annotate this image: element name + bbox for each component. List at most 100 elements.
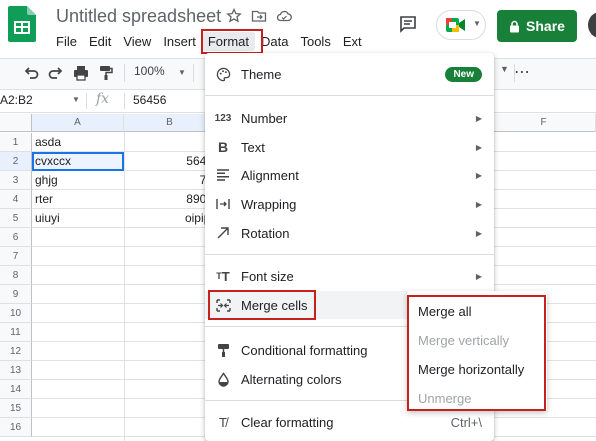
cell-a5[interactable]: uiuyi <box>32 209 124 228</box>
column-header-b[interactable]: B <box>124 114 216 132</box>
row-header[interactable]: 11 <box>0 323 32 342</box>
sheets-logo-icon[interactable] <box>8 6 36 42</box>
cell-a3[interactable]: ghjg <box>32 171 124 190</box>
row-header[interactable]: 16 <box>0 418 32 437</box>
cell-b5[interactable]: oipipi <box>124 209 216 228</box>
column-header-a[interactable]: A <box>32 114 124 132</box>
cell-b2[interactable]: 5645 <box>124 152 216 171</box>
menu-item-label: Font size <box>241 268 294 284</box>
avatar[interactable] <box>588 12 596 38</box>
menu-view[interactable]: View <box>117 32 157 51</box>
menu-item-label: Number <box>241 110 288 126</box>
more-options-icon[interactable]: ⋯ <box>514 62 531 82</box>
menu-item-theme[interactable]: Theme New <box>205 60 494 88</box>
menu-item-label: Theme <box>241 66 282 82</box>
meet-dropdown-icon: ▼ <box>473 19 481 28</box>
paint-format-icon[interactable] <box>97 64 115 82</box>
name-box[interactable]: A2:B2 <box>0 93 33 107</box>
menu-item-clear-formatting[interactable]: T̸ Clear formatting Ctrl+\ <box>205 408 494 436</box>
lock-icon <box>510 20 520 32</box>
row-header[interactable]: 10 <box>0 304 32 323</box>
select-all-corner[interactable] <box>0 114 32 132</box>
toolbar-divider <box>124 64 125 82</box>
align-left-icon <box>215 167 231 183</box>
row-header[interactable]: 15 <box>0 399 32 418</box>
menu-insert[interactable]: Insert <box>157 32 202 51</box>
text-rotation-icon <box>215 225 231 241</box>
cell-b3[interactable]: 78 <box>124 171 216 190</box>
menu-separator <box>205 254 494 255</box>
wrap-text-icon <box>215 196 231 212</box>
comment-icon[interactable] <box>398 14 418 34</box>
menu-item-label: Text <box>241 139 265 155</box>
palette-icon <box>215 66 231 82</box>
share-label: Share <box>526 18 565 34</box>
row-header[interactable]: 12 <box>0 342 32 361</box>
submenu-arrow-icon: ▶ <box>475 142 482 152</box>
fx-icon: fx <box>96 91 110 107</box>
menu-tools[interactable]: Tools <box>294 32 336 51</box>
name-box-dropdown-icon[interactable]: ▼ <box>72 95 80 104</box>
font-size-icon: TT <box>216 268 230 284</box>
move-folder-icon[interactable] <box>251 8 267 24</box>
row-header[interactable]: 14 <box>0 380 32 399</box>
submenu-arrow-icon: ▶ <box>475 228 482 238</box>
share-button[interactable]: Share <box>497 10 577 42</box>
menu-item-number[interactable]: 123 Number ▶ <box>205 104 494 132</box>
zoom-select[interactable]: 100% ▼ <box>134 64 186 78</box>
redo-icon[interactable] <box>47 64 65 82</box>
cell-a4[interactable]: rter <box>32 190 124 209</box>
print-icon[interactable] <box>72 64 90 82</box>
formula-divider <box>86 93 87 109</box>
row-header[interactable]: 3 <box>0 171 32 190</box>
menu-extensions[interactable]: Ext <box>337 32 368 51</box>
number-format-icon: 123 <box>214 112 232 124</box>
menu-item-label: Clear formatting <box>241 414 334 430</box>
row-header[interactable]: 8 <box>0 266 32 285</box>
zoom-value: 100% <box>134 64 165 78</box>
menu-separator <box>205 95 494 96</box>
meet-button[interactable]: ▼ <box>436 10 486 40</box>
merge-submenu-annotation <box>407 295 546 411</box>
menu-item-alignment[interactable]: Alignment ▶ <box>205 161 494 189</box>
row-header[interactable]: 1 <box>0 133 32 152</box>
row-header[interactable]: 5 <box>0 209 32 228</box>
cell-a1[interactable]: asda <box>32 133 124 152</box>
row-header[interactable]: 13 <box>0 361 32 380</box>
menu-item-label: Wrapping <box>241 196 297 212</box>
undo-icon[interactable] <box>22 64 40 82</box>
row-header[interactable]: 9 <box>0 285 32 304</box>
row-header[interactable]: 6 <box>0 228 32 247</box>
submenu-arrow-icon: ▶ <box>475 113 482 123</box>
submenu-arrow-icon: ▶ <box>475 170 482 180</box>
menu-item-text[interactable]: B Text ▶ <box>205 133 494 161</box>
menu-item-label: Alignment <box>241 167 299 183</box>
shortcut-label: Ctrl+\ <box>450 414 482 430</box>
cell-a2[interactable]: cvxccx <box>32 152 124 171</box>
formula-divider <box>124 93 125 109</box>
star-icon[interactable] <box>226 8 242 24</box>
cell-b4[interactable]: 8908 <box>124 190 216 209</box>
submenu-arrow-icon: ▶ <box>475 199 482 209</box>
row-header[interactable]: 7 <box>0 247 32 266</box>
formula-input[interactable]: 56456 <box>133 93 166 107</box>
document-title[interactable]: Untitled spreadsheet <box>56 6 221 27</box>
toolbar-divider <box>193 64 194 82</box>
menu-item-font-size[interactable]: TT Font size ▶ <box>205 262 494 290</box>
menu-item-rotation[interactable]: Rotation ▶ <box>205 219 494 247</box>
toolbar-dropdown-icon[interactable]: ▼ <box>500 64 509 74</box>
menu-edit[interactable]: Edit <box>83 32 117 51</box>
zoom-dropdown-icon: ▼ <box>178 68 186 77</box>
merge-cells-annotation <box>208 290 316 320</box>
meet-icon <box>446 18 465 32</box>
clear-formatting-icon: T̸ <box>219 414 227 430</box>
menu-file[interactable]: File <box>50 32 83 51</box>
submenu-arrow-icon: ▶ <box>475 271 482 281</box>
column-header-f[interactable]: F <box>492 114 596 132</box>
cloud-status-icon[interactable] <box>276 8 292 24</box>
menu-item-wrapping[interactable]: Wrapping ▶ <box>205 190 494 218</box>
row-header[interactable]: 4 <box>0 190 32 209</box>
row-header[interactable]: 2 <box>0 152 32 171</box>
bold-icon: B <box>217 139 229 155</box>
format-menu-annotation <box>201 29 263 54</box>
